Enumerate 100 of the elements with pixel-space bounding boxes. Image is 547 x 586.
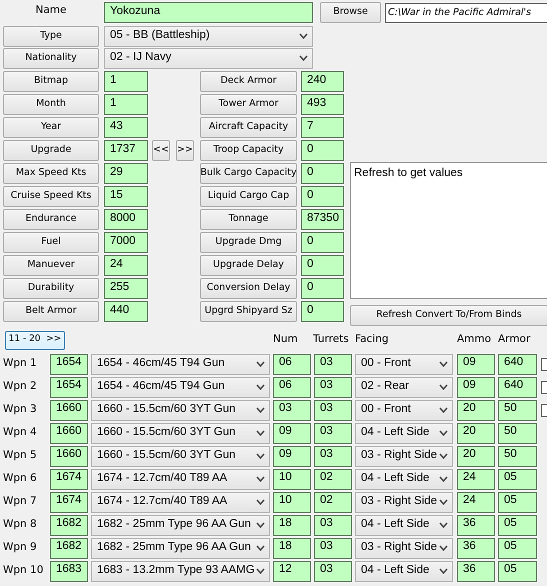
nationality-button[interactable]: Nationality — [3, 48, 99, 68]
field-button[interactable]: Upgrade — [3, 140, 99, 161]
number-field[interactable]: 1654 — [50, 376, 88, 398]
dropdown[interactable]: 1654 - 46cm/45 T94 Gun — [91, 376, 270, 398]
browse-button[interactable]: Browse — [320, 2, 381, 23]
number-field[interactable]: 87350 — [301, 209, 344, 230]
number-field[interactable]: 03 — [314, 400, 352, 420]
field-button[interactable]: Upgrd Shipyard Sz — [200, 301, 297, 322]
number-field[interactable]: 1 — [104, 94, 148, 115]
number-field[interactable]: 24 — [457, 468, 495, 490]
dropdown[interactable]: 02 - Rear — [355, 376, 453, 398]
path-field[interactable]: C:\War in the Pacific Admiral's — [385, 2, 547, 22]
number-field[interactable]: 02 — [314, 492, 352, 512]
field-button[interactable]: Fuel — [3, 232, 99, 253]
number-field[interactable]: 1660 — [50, 400, 88, 420]
dropdown[interactable]: 1660 - 15.5cm/60 3YT Gun — [91, 422, 270, 444]
number-field[interactable]: 06 — [273, 354, 311, 374]
number-field[interactable]: 1683 — [50, 560, 88, 582]
number-field[interactable]: 36 — [457, 538, 495, 558]
refresh-button[interactable]: Refresh Convert To/From Binds — [350, 304, 547, 326]
field-button[interactable]: Durability — [3, 278, 99, 299]
number-field[interactable]: 0 — [301, 232, 344, 253]
dropdown[interactable]: 05 - BB (Battleship) — [104, 26, 313, 46]
number-field[interactable]: 03 — [314, 446, 352, 466]
dropdown[interactable]: 02 - IJ Navy — [104, 48, 313, 68]
number-field[interactable]: 05 — [498, 538, 537, 558]
dropdown[interactable]: 03 - Right Side — [355, 538, 453, 558]
dropdown[interactable]: 1682 - 25mm Type 96 AA Gun — [91, 538, 270, 558]
field-button[interactable]: Bulk Cargo Capacity — [200, 163, 297, 184]
number-field[interactable]: 7 — [301, 117, 344, 138]
number-field[interactable]: 1660 — [50, 446, 88, 466]
field-button[interactable]: Bitmap — [3, 71, 99, 92]
dropdown[interactable]: 00 - Front — [355, 354, 453, 374]
number-field[interactable]: 20 — [457, 446, 495, 466]
field-button[interactable]: Cruise Speed Kts — [3, 186, 99, 207]
dropdown[interactable]: 1660 - 15.5cm/60 3YT Gun — [91, 446, 270, 466]
number-field[interactable]: 03 — [314, 376, 352, 398]
number-field[interactable]: 240 — [301, 71, 344, 92]
number-field[interactable]: 29 — [104, 163, 148, 184]
field-button[interactable]: Manuever — [3, 255, 99, 276]
number-field[interactable]: 1682 — [50, 514, 88, 536]
number-field[interactable]: 36 — [457, 514, 495, 536]
number-field[interactable]: 18 — [273, 514, 311, 536]
dropdown[interactable]: 1683 - 13.2mm Type 93 AAMG — [91, 560, 270, 582]
dropdown[interactable]: 1674 - 12.7cm/40 T89 AA — [91, 492, 270, 512]
number-field[interactable]: 0 — [301, 163, 344, 184]
number-field[interactable]: 24 — [457, 492, 495, 512]
dropdown[interactable]: 04 - Left Side — [355, 422, 453, 444]
field-button[interactable]: Month — [3, 94, 99, 115]
number-field[interactable]: 255 — [104, 278, 148, 299]
number-field[interactable]: 0 — [301, 278, 344, 299]
field-button[interactable]: Year — [3, 117, 99, 138]
number-field[interactable]: 1674 — [50, 468, 88, 490]
dropdown[interactable]: 03 - Right Side — [355, 446, 453, 466]
number-field[interactable]: 50 — [498, 422, 537, 444]
number-field[interactable]: 09 — [457, 376, 495, 398]
number-field[interactable]: 7000 — [104, 232, 148, 253]
type-button[interactable]: Type — [3, 26, 99, 46]
number-field[interactable]: 12 — [273, 560, 311, 582]
number-field[interactable]: 43 — [104, 117, 148, 138]
number-field[interactable]: 02 — [314, 468, 352, 490]
number-field[interactable]: 09 — [457, 354, 495, 374]
dropdown[interactable]: 00 - Front — [355, 400, 453, 420]
number-field[interactable]: 1682 — [50, 538, 88, 558]
number-field[interactable]: 1674 — [50, 492, 88, 512]
notes-field[interactable]: Refresh to get values — [350, 162, 547, 299]
number-field[interactable]: 1654 — [50, 354, 88, 374]
dropdown[interactable]: 1654 - 46cm/45 T94 Gun — [91, 354, 270, 374]
number-field[interactable]: 03 — [314, 514, 352, 536]
number-field[interactable]: 05 — [498, 514, 537, 536]
number-field[interactable]: 50 — [498, 446, 537, 466]
number-field[interactable]: 03 — [273, 400, 311, 420]
number-field[interactable]: 20 — [457, 400, 495, 420]
number-field[interactable]: 1737 — [104, 140, 148, 161]
number-field[interactable]: 15 — [104, 186, 148, 207]
field-button[interactable]: Upgrade Delay — [200, 255, 297, 276]
dropdown[interactable]: 1674 - 12.7cm/40 T89 AA — [91, 468, 270, 490]
number-field[interactable]: 24 — [104, 255, 148, 276]
number-field[interactable]: 493 — [301, 94, 344, 115]
number-field[interactable]: 18 — [273, 538, 311, 558]
nav-button[interactable]: << — [152, 140, 170, 161]
dropdown[interactable]: 03 - Right Side — [355, 492, 453, 512]
number-field[interactable]: 50 — [498, 400, 537, 420]
field-button[interactable]: Belt Armor — [3, 301, 99, 322]
field-button[interactable]: Max Speed Kts — [3, 163, 99, 184]
number-field[interactable]: 20 — [457, 422, 495, 444]
number-field[interactable]: 0 — [301, 186, 344, 207]
number-field[interactable]: 0 — [301, 140, 344, 161]
number-field[interactable]: 05 — [498, 492, 537, 512]
dropdown[interactable]: 1682 - 25mm Type 96 AA Gun — [91, 514, 270, 536]
number-field[interactable]: 1660 — [50, 422, 88, 444]
field-button[interactable]: Troop Capacity — [200, 140, 297, 161]
number-field[interactable]: 10 — [273, 492, 311, 512]
number-field[interactable]: 8000 — [104, 209, 148, 230]
number-field[interactable]: 05 — [498, 560, 537, 582]
name-field[interactable]: Yokozuna — [104, 2, 313, 23]
number-field[interactable]: 03 — [314, 422, 352, 444]
field-button[interactable]: Aircraft Capacity — [200, 117, 297, 138]
dropdown[interactable]: 1660 - 15.5cm/60 3YT Gun — [91, 400, 270, 420]
number-field[interactable]: 03 — [314, 538, 352, 558]
